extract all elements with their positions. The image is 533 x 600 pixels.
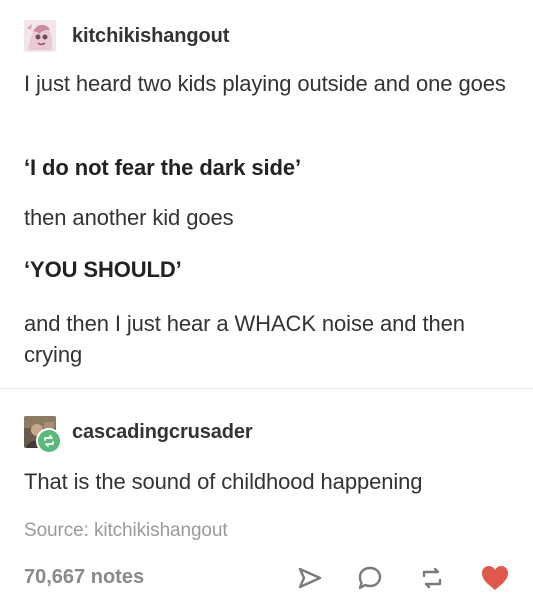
like-heart-shape: [482, 566, 508, 590]
post-line-2-quote: ‘I do not fear the dark side’: [24, 155, 302, 180]
reblog-button[interactable]: [418, 564, 448, 594]
reblog-username[interactable]: cascadingcrusader: [72, 421, 253, 444]
post-line-1: I just heard two kids playing outside an…: [24, 71, 506, 96]
share-icon: [298, 567, 322, 589]
reply-icon: [358, 566, 382, 590]
original-post-header: kitchikishangout: [24, 20, 229, 52]
like-icon: [482, 566, 508, 590]
like-button[interactable]: [480, 564, 510, 594]
reply-button[interactable]: [356, 564, 386, 594]
source-link[interactable]: Source: kitchikishangout: [24, 515, 514, 546]
reblog-header: cascadingcrusader: [24, 416, 253, 454]
notes-count[interactable]: 70,667 notes: [24, 566, 144, 589]
avatar[interactable]: [24, 20, 56, 52]
reblog-icon: [44, 435, 54, 447]
reblog-text: That is the sound of childhood happening: [24, 469, 423, 494]
anime-character-avatar-icon: [24, 20, 56, 52]
reblog-avatar-wrapper: [24, 416, 62, 454]
post-line-5: and then I just hear a WHACK noise and t…: [24, 311, 465, 367]
post-line-3: then another kid goes: [24, 205, 234, 230]
original-username[interactable]: kitchikishangout: [72, 25, 229, 48]
share-button[interactable]: [296, 564, 326, 594]
reblog-icon: [422, 567, 442, 589]
reblog-divider: [0, 388, 533, 389]
reblog-badge: [36, 428, 62, 454]
post-line-4-quote: ‘YOU SHOULD’: [24, 257, 182, 282]
